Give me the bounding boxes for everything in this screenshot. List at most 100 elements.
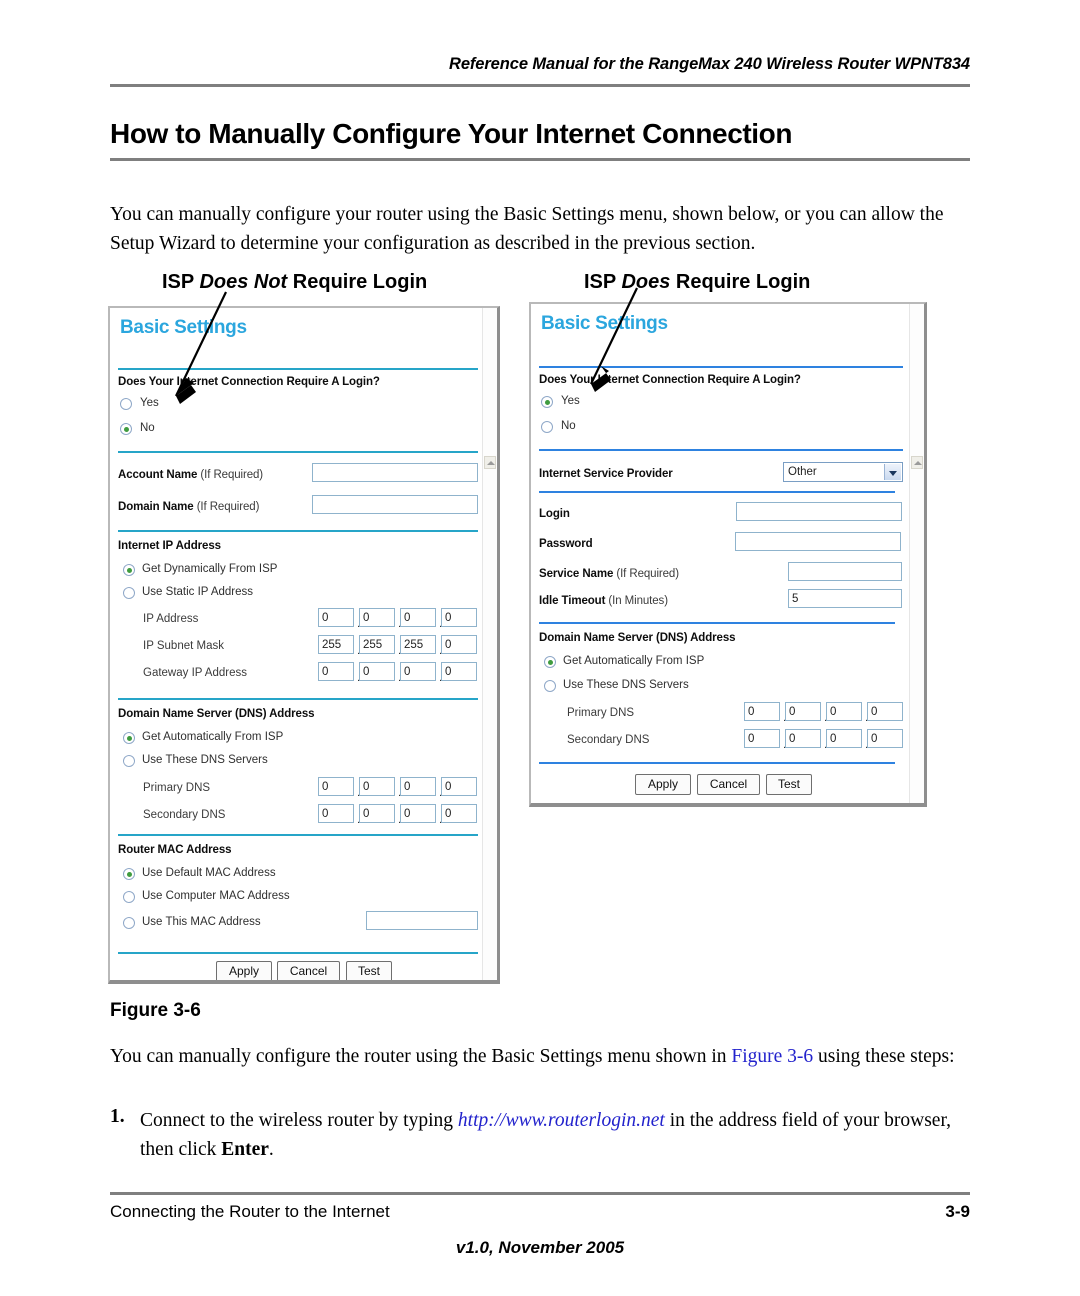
password-input-right[interactable] <box>735 532 901 551</box>
idle-timeout-input-right[interactable] <box>788 589 902 608</box>
primary-dns-octet-2-right[interactable] <box>785 702 821 721</box>
running-head: Reference Manual for the RangeMax 240 Wi… <box>449 55 970 73</box>
radio-login-yes-label-left: Yes <box>140 397 159 409</box>
account-name-input-left[interactable] <box>312 463 478 482</box>
radio-login-no-label-left: No <box>140 422 155 434</box>
divider <box>539 366 903 368</box>
header-rule <box>110 84 970 87</box>
radio-mac-computer-left[interactable] <box>123 891 135 903</box>
ip-subnet-octet-3-left[interactable] <box>400 635 436 654</box>
primary-dns-label-left: Primary DNS <box>143 782 211 794</box>
service-name-label-strong: Service Name <box>539 568 614 580</box>
divider <box>118 530 478 532</box>
figure-right-title: ISP Does Require Login <box>584 271 810 294</box>
scrollbar-right[interactable] <box>909 304 924 803</box>
primary-dns-octet-1-right[interactable] <box>744 702 780 721</box>
account-name-label-note: (If Required) <box>197 469 264 481</box>
document-page: Reference Manual for the RangeMax 240 Wi… <box>0 0 1080 1296</box>
secondary-dns-octet-3-left[interactable] <box>400 804 436 823</box>
login-input-right[interactable] <box>736 502 902 521</box>
radio-login-yes-right[interactable] <box>541 396 553 408</box>
test-button-left[interactable]: Test <box>346 961 392 980</box>
radio-login-no-right[interactable] <box>541 421 553 433</box>
right-title-post: Require Login <box>670 271 811 293</box>
radio-dns-auto-right[interactable] <box>544 656 556 668</box>
ip-subnet-label-left: IP Subnet Mask <box>143 640 224 652</box>
ip-address-octet-2-left[interactable] <box>359 608 395 627</box>
ip-address-octet-3-left[interactable] <box>400 608 436 627</box>
test-button-right[interactable]: Test <box>766 774 812 795</box>
apply-button-right[interactable]: Apply <box>635 774 691 795</box>
radio-ip-static-left[interactable] <box>123 587 135 599</box>
secondary-dns-octet-3-right[interactable] <box>826 729 862 748</box>
primary-dns-octet-1-left[interactable] <box>318 777 354 796</box>
domain-name-input-left[interactable] <box>312 495 478 514</box>
after-figure-paragraph: You can manually configure the router us… <box>110 1042 972 1071</box>
right-title-emphasis: Does <box>621 271 671 293</box>
cancel-button-right[interactable]: Cancel <box>697 774 760 795</box>
radio-login-yes-label-right: Yes <box>561 395 580 407</box>
domain-name-label-note: (If Required) <box>193 501 260 513</box>
primary-dns-octet-4-right[interactable] <box>867 702 903 721</box>
radio-login-no-label-right: No <box>561 420 576 432</box>
idle-timeout-label-note: (In Minutes) <box>605 595 668 607</box>
isp-select-right[interactable]: Other <box>783 462 903 482</box>
footer-rule <box>110 1192 970 1195</box>
divider <box>539 491 895 493</box>
secondary-dns-octet-2-right[interactable] <box>785 729 821 748</box>
footer-page-number: 3-9 <box>945 1202 970 1221</box>
gateway-octet-3-left[interactable] <box>400 662 436 681</box>
service-name-input-right[interactable] <box>788 562 902 581</box>
primary-dns-octet-3-right[interactable] <box>826 702 862 721</box>
primary-dns-octet-3-left[interactable] <box>400 777 436 796</box>
gateway-octet-4-left[interactable] <box>441 662 477 681</box>
mac-address-input-left[interactable] <box>366 911 478 930</box>
scrollbar-left[interactable] <box>482 308 497 980</box>
radio-ip-dynamic-left[interactable] <box>123 564 135 576</box>
gateway-octet-2-left[interactable] <box>359 662 395 681</box>
gateway-ip-label-left: Gateway IP Address <box>143 667 247 679</box>
cancel-button-left[interactable]: Cancel <box>277 961 340 980</box>
secondary-dns-octet-1-left[interactable] <box>318 804 354 823</box>
dns-heading-right: Domain Name Server (DNS) Address <box>539 632 736 644</box>
secondary-dns-octet-4-left[interactable] <box>441 804 477 823</box>
ip-subnet-octet-2-left[interactable] <box>359 635 395 654</box>
divider <box>118 952 478 954</box>
ip-subnet-octet-1-left[interactable] <box>318 635 354 654</box>
primary-dns-octet-2-left[interactable] <box>359 777 395 796</box>
ip-address-octet-4-left[interactable] <box>441 608 477 627</box>
step-pre: Connect to the wireless router by typing <box>140 1110 458 1131</box>
gateway-octet-1-left[interactable] <box>318 662 354 681</box>
radio-dns-auto-left[interactable] <box>123 732 135 744</box>
primary-dns-octet-4-left[interactable] <box>441 777 477 796</box>
radio-mac-this-left[interactable] <box>123 917 135 929</box>
after-para-pre: You can manually configure the router us… <box>110 1046 732 1067</box>
scroll-up-icon[interactable] <box>484 456 496 469</box>
scroll-up-icon[interactable] <box>911 456 923 469</box>
figure-cross-reference-link[interactable]: Figure 3-6 <box>731 1046 813 1067</box>
ip-subnet-octet-4-left[interactable] <box>441 635 477 654</box>
chevron-down-icon[interactable] <box>884 464 901 480</box>
radio-login-yes-left[interactable] <box>120 398 132 410</box>
secondary-dns-octet-2-left[interactable] <box>359 804 395 823</box>
step-post: . <box>268 1139 274 1160</box>
router-page-right: Basic Settings Does Your Internet Connec… <box>531 304 910 803</box>
login-question-left: Does Your Internet Connection Require A … <box>118 376 380 388</box>
password-label-right: Password <box>539 538 593 550</box>
divider <box>539 762 895 764</box>
router-login-url-link[interactable]: http://www.routerlogin.net <box>458 1110 665 1131</box>
account-name-label-strong: Account Name <box>118 469 198 481</box>
secondary-dns-octet-4-right[interactable] <box>867 729 903 748</box>
radio-dns-manual-left[interactable] <box>123 755 135 767</box>
domain-name-label-left: Domain Name (If Required) <box>118 501 259 513</box>
radio-dns-manual-right[interactable] <box>544 680 556 692</box>
apply-button-left[interactable]: Apply <box>216 961 272 980</box>
secondary-dns-octet-1-right[interactable] <box>744 729 780 748</box>
radio-mac-default-left[interactable] <box>123 868 135 880</box>
left-title-pre: ISP <box>162 271 200 293</box>
radio-login-no-left[interactable] <box>120 423 132 435</box>
ip-address-octet-1-left[interactable] <box>318 608 354 627</box>
divider <box>539 622 895 624</box>
radio-mac-default-label-left: Use Default MAC Address <box>142 867 276 879</box>
title-rule <box>110 158 970 161</box>
